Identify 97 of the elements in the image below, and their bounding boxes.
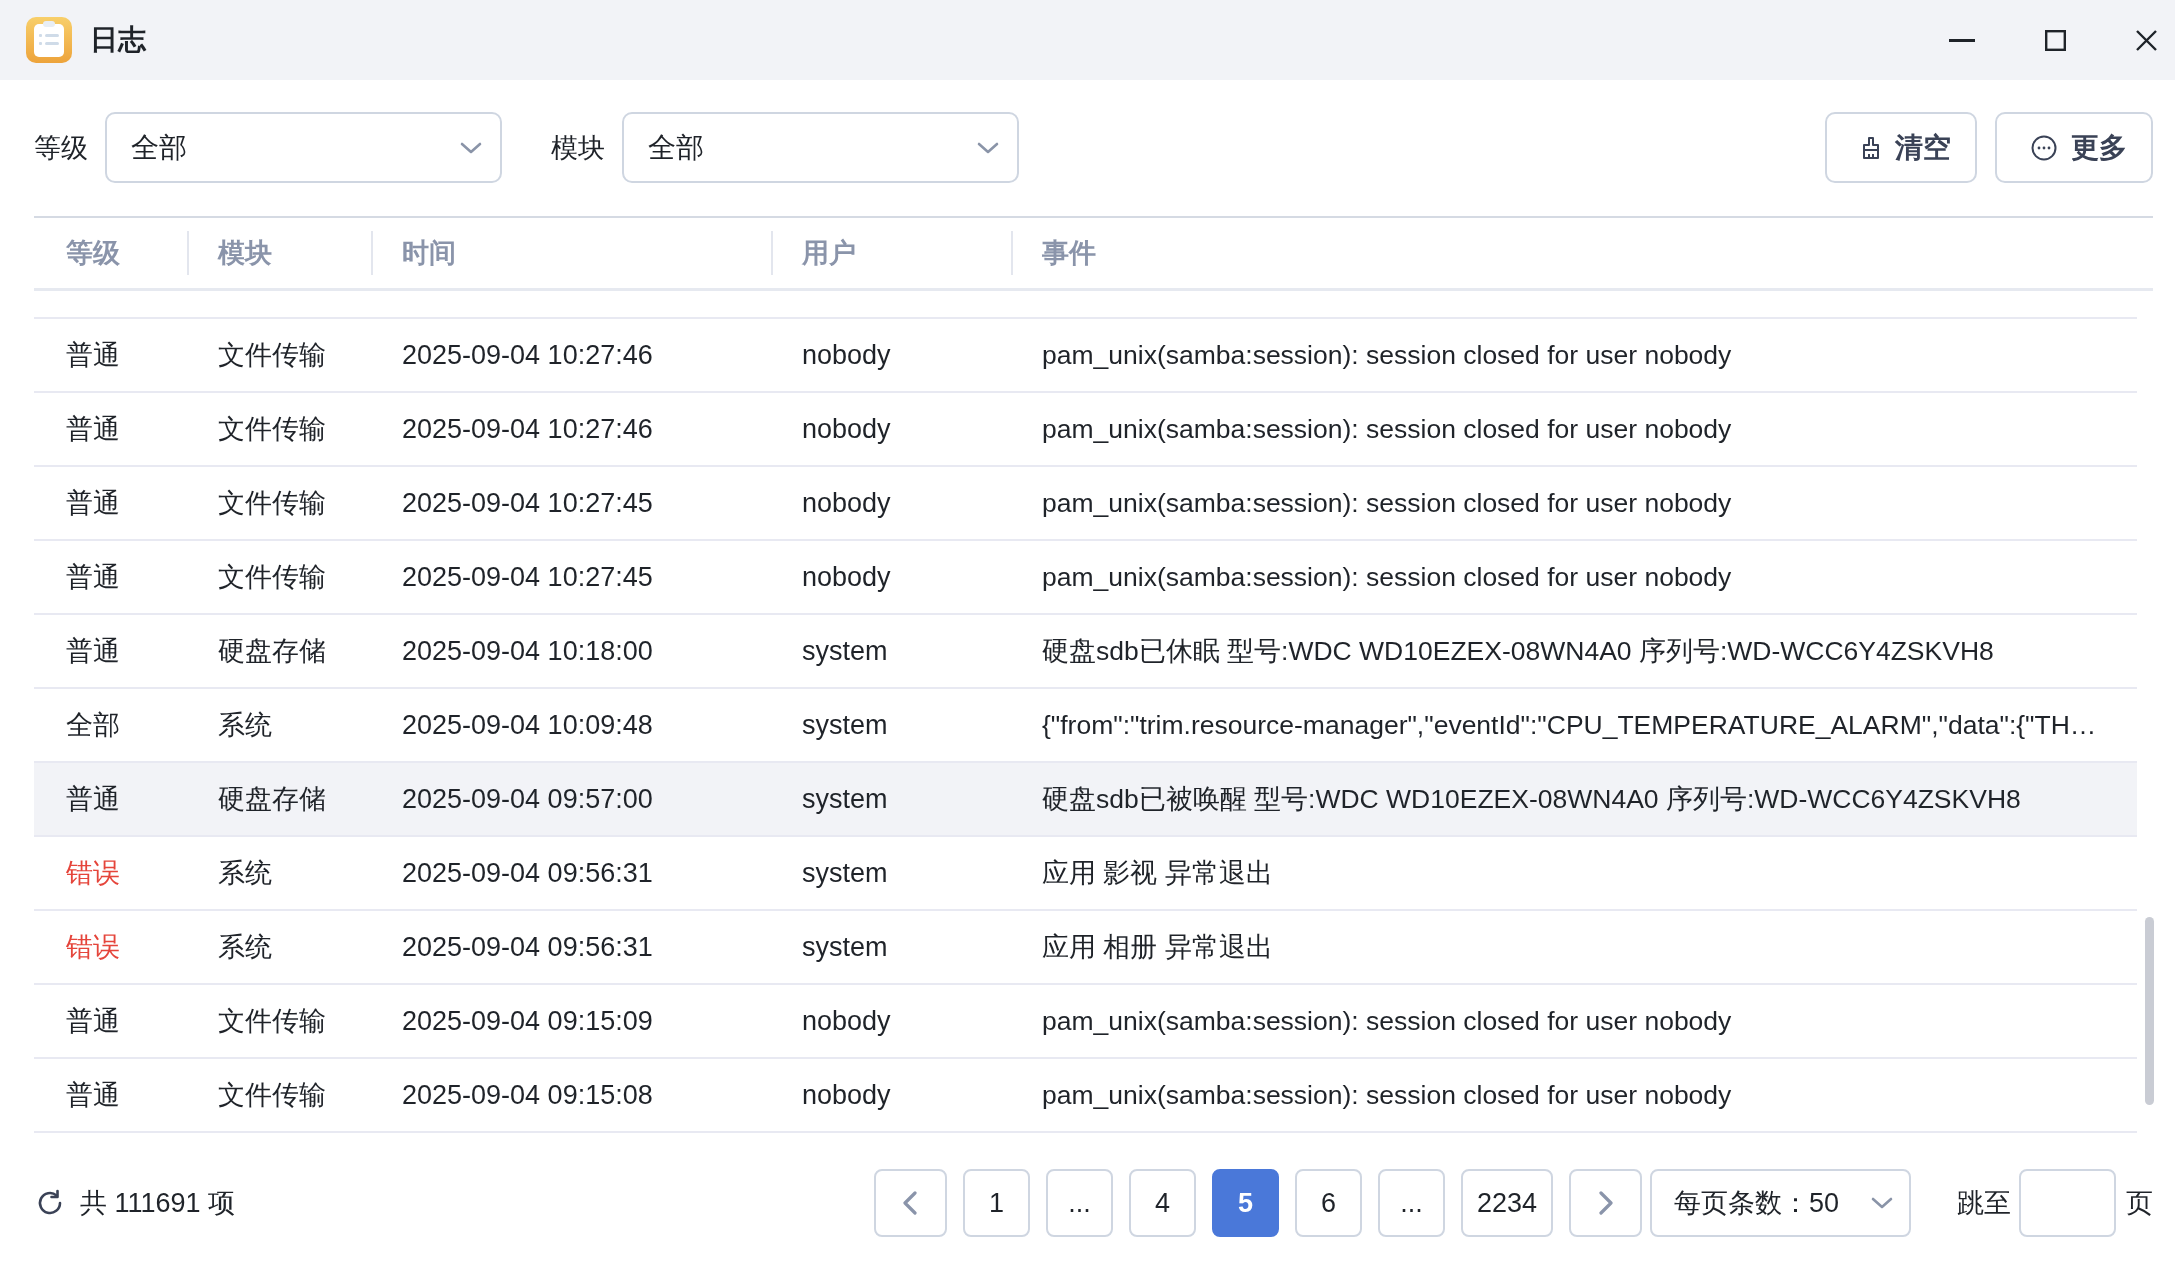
table-cell: {"from":"trim.resource-manager","eventId":"CPU_TEMPERATURE_ALARM","data":{"TH… <box>1042 709 2097 740</box>
table-cell: 2025-09-04 09:15:09 <box>402 1005 653 1036</box>
table-cell: 2025-09-04 10:18:00 <box>402 635 653 666</box>
app-icon <box>26 17 72 63</box>
table-cell: 全部 <box>66 710 120 740</box>
table-cell: system <box>802 931 888 962</box>
table-row[interactable]: 普通 硬盘存储 2025-09-04 10:18:00 system 硬盘sdb已休眠 型号:WDC WD10EZEX-08WN4A0 序列号:WD-WCC6Y4ZSKVH8 <box>34 615 2137 689</box>
table-row[interactable]: 错误 系统 2025-09-04 09:56:31 system 应用 相册 异常退出 <box>34 911 2137 985</box>
chevron-right-icon <box>1598 1191 1613 1215</box>
page-button[interactable]: ... <box>1377 1169 1445 1237</box>
table-cell: nobody <box>802 561 891 592</box>
table-cell: pam_unix(samba:session): session closed for user nobody <box>1042 487 1732 518</box>
table-cell: 普通 <box>66 636 120 666</box>
clear-button[interactable]: 清空 <box>1825 112 1977 183</box>
table-cell: 2025-09-04 10:27:45 <box>402 487 653 518</box>
table-row[interactable]: 普通 文件传输 2025-09-04 10:27:46 nobody pam_unix(samba:session): session closed for user nobody <box>34 393 2137 467</box>
table-row[interactable]: 普通 文件传输 2025-09-04 10:27:45 nobody pam_unix(samba:session): session closed for user nobody <box>34 541 2137 615</box>
caret-icon <box>1871 1197 1893 1209</box>
table-cell: pam_unix(samba:session): session closed for user nobody <box>1042 339 1732 370</box>
table-cell: system <box>802 857 888 888</box>
table-cell: 2025-09-04 09:57:00 <box>402 783 653 814</box>
table-cell: 普通 <box>66 784 120 814</box>
table-cell: 2025-09-04 10:09:48 <box>402 709 653 740</box>
page-size-select[interactable]: 每页条数：50 <box>1650 1169 1911 1237</box>
table-cell: 2025-09-04 09:56:31 <box>402 931 653 962</box>
page-button[interactable]: 1 <box>962 1169 1030 1237</box>
table-cell: 2025-09-04 09:56:31 <box>402 857 653 888</box>
table-row[interactable]: 普通 文件传输 2025-09-04 10:27:45 nobody pam_unix(samba:session): session closed for user nobody <box>34 467 2137 541</box>
table-cell: nobody <box>802 1079 891 1110</box>
page-button[interactable]: 2234 <box>1460 1169 1553 1237</box>
table-cell: 普通 <box>66 414 120 444</box>
table-cell: 文件传输 <box>218 562 326 592</box>
page-button[interactable]: 4 <box>1128 1169 1196 1237</box>
table-cell: 系统 <box>218 858 272 888</box>
more-button[interactable]: 更多 <box>1995 112 2153 183</box>
table-cell: 普通 <box>66 562 120 592</box>
caret-icon <box>977 141 999 154</box>
table-cell: 硬盘sdb已休眠 型号:WDC WD10EZEX-08WN4A0 序列号:WD-WCC6Y4ZSKVH8 <box>1042 636 1994 666</box>
table-cell: 文件传输 <box>218 1080 326 1110</box>
close-icon[interactable] <box>2136 29 2157 51</box>
minimize-icon[interactable] <box>1949 38 1975 42</box>
table-cell: 普通 <box>66 340 120 370</box>
table-cell: pam_unix(samba:session): session closed for user nobody <box>1042 561 1732 592</box>
table-cell: 普通 <box>66 1006 120 1036</box>
table-cell: pam_unix(samba:session): session closed for user nobody <box>1042 1005 1732 1036</box>
table-row[interactable]: 普通 文件传输 2025-09-04 09:15:08 nobody pam_unix(samba:session): session closed for user nobody <box>34 1059 2137 1133</box>
table-row[interactable]: 普通 文件传输 2025-09-04 10:27:46 nobody pam_unix(samba:session): session closed for user nobody <box>34 319 2137 393</box>
table-cell: 2025-09-04 10:27:46 <box>402 413 653 444</box>
table-cell: 2025-09-04 10:27:45 <box>402 561 653 592</box>
table-row[interactable]: 错误 系统 2025-09-04 09:56:31 system 应用 影视 异常退出 <box>34 837 2137 911</box>
filter-label: 等级 <box>34 131 88 165</box>
caret-icon <box>460 141 482 154</box>
table-cell: 系统 <box>218 932 272 962</box>
brush-icon <box>1861 135 1881 160</box>
filter-select[interactable]: 全部 <box>105 112 502 183</box>
table-cell: 硬盘存储 <box>218 636 326 666</box>
page-input[interactable] <box>2019 1169 2116 1237</box>
ellipsis-circle-icon <box>2031 134 2057 161</box>
table-cell: pam_unix(samba:session): session closed for user nobody <box>1042 1079 1732 1110</box>
window-title: 日志 <box>90 23 146 57</box>
page-suffix-label: 页 <box>2126 1187 2153 1220</box>
table-row[interactable]: 普通 硬盘存储 2025-09-04 09:57:00 system 硬盘sdb已被唤醒 型号:WDC WD10EZEX-08WN4A0 序列号:WD-WCC6Y4ZSKVH8 <box>34 763 2137 837</box>
refresh-icon[interactable] <box>36 1189 64 1217</box>
table-cell: 2025-09-04 10:27:46 <box>402 339 653 370</box>
table-cell: system <box>802 709 888 740</box>
table-cell: nobody <box>802 487 891 518</box>
table-cell: nobody <box>802 1005 891 1036</box>
table-cell: 应用 相册 异常退出 <box>1042 932 1273 962</box>
table-cell: 文件传输 <box>218 414 326 444</box>
table-cell: 2025-09-04 09:15:08 <box>402 1079 653 1110</box>
table-cell: pam_unix(samba:session): session closed for user nobody <box>1042 413 1732 444</box>
table-cell: 文件传输 <box>218 1006 326 1036</box>
total-count: 共 111691 项 <box>80 1187 236 1220</box>
table-cell: 文件传输 <box>218 340 326 370</box>
page-button[interactable]: 5 <box>1211 1169 1279 1237</box>
filter-label: 模块 <box>551 131 605 165</box>
table-cell: system <box>802 783 888 814</box>
page-button[interactable]: ... <box>1045 1169 1113 1237</box>
filter-select[interactable]: 全部 <box>622 112 1019 183</box>
maximize-icon[interactable] <box>2045 29 2066 51</box>
table-cell: 硬盘存储 <box>218 784 326 814</box>
table-row[interactable]: 普通 文件传输 2025-09-04 09:15:09 nobody pam_unix(samba:session): session closed for user nobody <box>34 985 2137 1059</box>
table-cell: 硬盘sdb已被唤醒 型号:WDC WD10EZEX-08WN4A0 序列号:WD-WCC6Y4ZSKVH8 <box>1042 784 2021 814</box>
table-cell: system <box>802 635 888 666</box>
table-cell: 系统 <box>218 710 272 740</box>
table-cell: nobody <box>802 339 891 370</box>
table-cell: 错误 <box>66 858 120 888</box>
table-cell: 普通 <box>66 488 120 518</box>
page-button[interactable]: 6 <box>1294 1169 1362 1237</box>
table-cell: 文件传输 <box>218 488 326 518</box>
table-cell: nobody <box>802 413 891 444</box>
scrollbar-thumb[interactable] <box>2145 917 2154 1105</box>
chevron-left-icon <box>903 1191 918 1215</box>
table-cell: 普通 <box>66 1080 120 1110</box>
table-cell: 错误 <box>66 932 120 962</box>
table-cell: 应用 影视 异常退出 <box>1042 858 1273 888</box>
jump-label: 跳至 <box>1957 1187 2011 1220</box>
